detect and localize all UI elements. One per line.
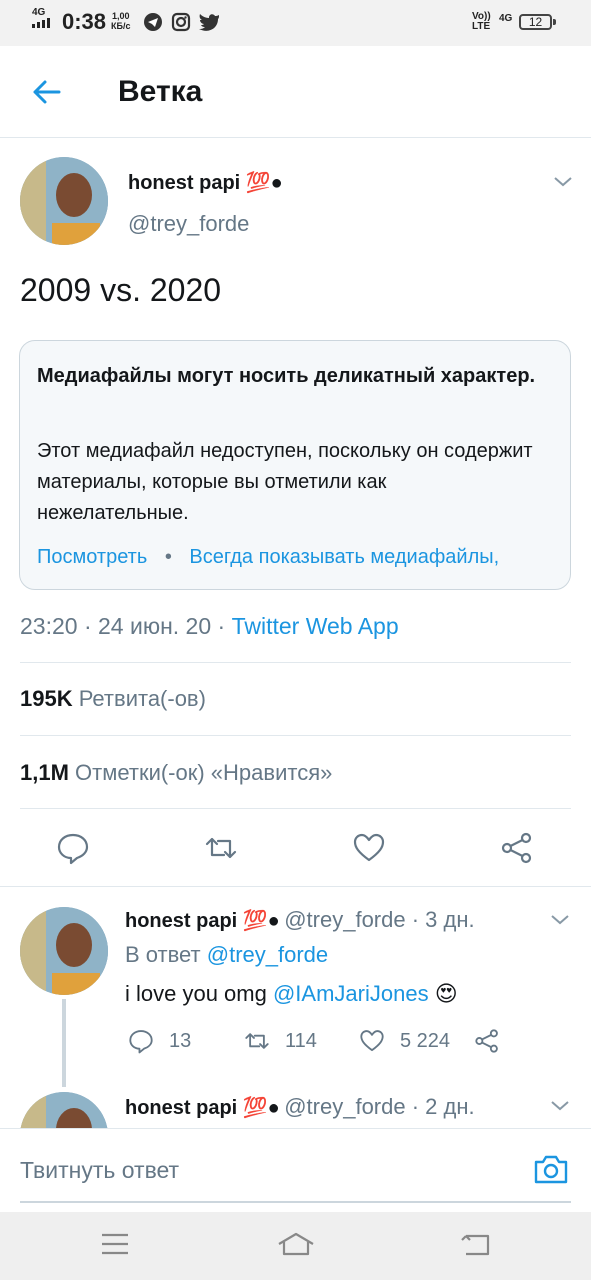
- reply-tweet[interactable]: honest papi 💯● @trey_forde · 2 дн.: [0, 1082, 591, 1128]
- chevron-down-icon[interactable]: [550, 1100, 570, 1112]
- divider: [20, 662, 571, 663]
- compose-bar: Твитнуть ответ: [0, 1128, 591, 1213]
- chevron-down-icon[interactable]: [553, 176, 573, 188]
- divider: [20, 735, 571, 736]
- reply-to: В ответ @trey_forde: [125, 942, 328, 968]
- reply-tweet[interactable]: honest papi 💯● @trey_forde · 3 дн. В отв…: [0, 887, 591, 1087]
- battery-icon: 12: [519, 14, 552, 30]
- reply-count: 13: [169, 1030, 192, 1052]
- telegram-icon: [144, 13, 162, 31]
- retweets-stat[interactable]: 195K Ретвита(-ов): [20, 686, 206, 712]
- author-handle[interactable]: @trey_forde: [128, 211, 249, 237]
- author-name[interactable]: honest papi 💯●: [125, 1097, 280, 1119]
- avatar[interactable]: [20, 1092, 108, 1128]
- home-icon[interactable]: [276, 1230, 316, 1258]
- network-type-right: 4G: [499, 13, 513, 24]
- reply-header: honest papi 💯● @trey_forde · 3 дн.: [125, 907, 475, 933]
- system-nav-bar: [0, 1212, 591, 1280]
- instagram-icon: [171, 12, 191, 32]
- retweets-count: 195K: [20, 686, 73, 711]
- author-name[interactable]: honest papi 💯●: [125, 910, 280, 932]
- net-speed: 1,00 КБ/с: [111, 11, 130, 31]
- like-count: 5 224: [400, 1030, 451, 1052]
- share-icon[interactable]: [500, 831, 534, 865]
- reply-icon[interactable]: [128, 1028, 154, 1054]
- camera-icon[interactable]: [533, 1153, 569, 1185]
- handle-time: @trey_forde · 3 дн.: [284, 907, 475, 932]
- likes-stat[interactable]: 1,1M Отметки(-ок) «Нравится»: [20, 760, 332, 786]
- retweet-icon[interactable]: [204, 831, 238, 865]
- avatar-photo: [20, 1092, 108, 1128]
- handle-time: @trey_forde · 2 дн.: [284, 1094, 475, 1119]
- mention-link[interactable]: @IAmJariJones: [273, 981, 429, 1006]
- twitter-icon: [199, 14, 219, 31]
- author-name[interactable]: honest papi 💯●: [128, 170, 283, 195]
- like-icon[interactable]: [352, 831, 386, 865]
- lte-label: LTE: [472, 21, 491, 32]
- speed-value: 1,00: [111, 11, 130, 21]
- like-icon[interactable]: [358, 1028, 386, 1054]
- reply-body: i love you omg: [125, 981, 273, 1006]
- avatar[interactable]: [20, 157, 108, 245]
- tweet-source-link[interactable]: Twitter Web App: [232, 613, 399, 639]
- reply-input[interactable]: Твитнуть ответ: [20, 1157, 179, 1184]
- tweet-meta: 23:20 · 24 июн. 20 · Twitter Web App: [20, 613, 399, 640]
- avatar[interactable]: [20, 907, 108, 995]
- likes-count: 1,1M: [20, 760, 69, 785]
- reply-to-handle[interactable]: @trey_forde: [207, 942, 328, 967]
- share-icon[interactable]: [474, 1028, 500, 1054]
- header: Ветка: [0, 46, 591, 138]
- reply-text: i love you omg @IAmJariJones 😍: [125, 981, 458, 1007]
- reply-header: honest papi 💯● @trey_forde · 2 дн.: [125, 1094, 475, 1120]
- likes-label: Отметки(-ок) «Нравится»: [75, 760, 333, 785]
- divider: [20, 808, 571, 809]
- link-separator: •: [164, 546, 172, 568]
- retweets-label: Ретвита(-ов): [78, 686, 206, 711]
- page-title: Ветка: [118, 75, 203, 108]
- tweet-text: 2009 vs. 2020: [20, 272, 222, 308]
- volte-indicator: Vo)) LTE: [472, 12, 491, 32]
- media-warning-body: Этот медиафайл недоступен, поскольку он …: [37, 440, 533, 524]
- back-icon[interactable]: [460, 1230, 492, 1258]
- battery-tip: [553, 19, 556, 25]
- network-indicator: 4G: [32, 8, 50, 31]
- media-warning-title: Медиафайлы могут носить деликатный харак…: [37, 365, 536, 387]
- thread-line: [62, 999, 66, 1087]
- reply-to-prefix: В ответ: [125, 942, 207, 967]
- status-bar: 4G 0:38 1,00 КБ/с Vo)) LTE 4G 12: [0, 0, 591, 46]
- clock: 0:38: [62, 9, 107, 34]
- back-arrow-icon[interactable]: [30, 76, 62, 108]
- network-type: 4G: [32, 7, 46, 18]
- chevron-down-icon[interactable]: [550, 914, 570, 926]
- tweet-timestamp: 23:20 · 24 июн. 20 ·: [20, 613, 232, 639]
- input-underline: [20, 1201, 571, 1203]
- media-warning-links: Посмотреть • Всегда показывать медиафайл…: [37, 546, 499, 569]
- sensitive-media-notice: Медиафайлы могут носить деликатный харак…: [19, 340, 571, 590]
- signal-icon: [32, 18, 50, 28]
- avatar-photo: [20, 907, 108, 995]
- always-show-media-link[interactable]: Всегда показывать медиафайлы,: [189, 546, 499, 568]
- reply-icon[interactable]: [56, 831, 90, 865]
- emoji: 😍: [434, 981, 458, 1006]
- retweet-count: 114: [285, 1030, 317, 1052]
- menu-icon[interactable]: [100, 1232, 130, 1256]
- view-media-link[interactable]: Посмотреть: [37, 546, 147, 568]
- avatar-photo: [20, 157, 108, 245]
- retweet-icon[interactable]: [243, 1028, 271, 1054]
- speed-unit: КБ/с: [111, 21, 131, 31]
